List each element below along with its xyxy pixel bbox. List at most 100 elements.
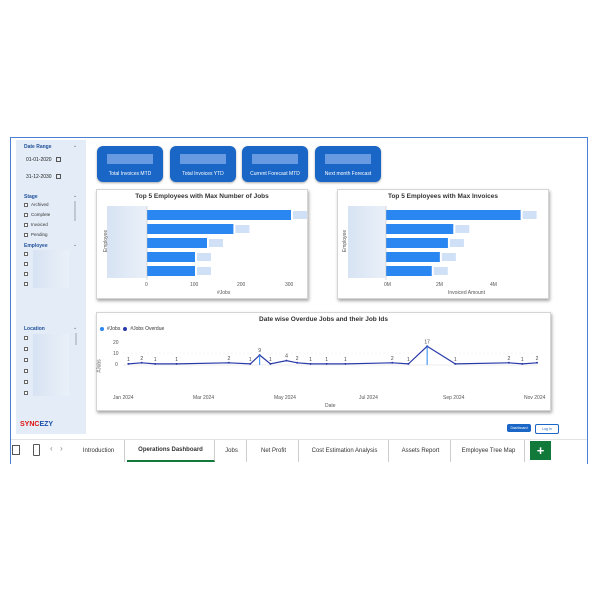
bar: [386, 224, 454, 234]
location-option[interactable]: [24, 347, 28, 351]
location-option[interactable]: [24, 380, 28, 384]
tab-employee-tree-map[interactable]: Employee Tree Map: [453, 440, 525, 462]
bar: [147, 224, 234, 234]
data-label: 2: [227, 356, 230, 362]
kpi-card: Next month Forecast: [315, 146, 381, 182]
checkbox[interactable]: [24, 358, 28, 362]
x-tick: 4M: [490, 282, 497, 288]
data-point: [249, 362, 252, 365]
tab-assets-report[interactable]: Assets Report: [391, 440, 451, 462]
tab-scroll-left-icon[interactable]: ‹: [50, 444, 53, 453]
data-point: [296, 361, 299, 364]
desktop-view-icon[interactable]: [12, 445, 20, 455]
location-option[interactable]: [24, 391, 28, 395]
employee-option[interactable]: [24, 252, 28, 256]
invoices-bar-chart-card: Top 5 Employees with Max Invoices Employ…: [337, 189, 549, 299]
stage-scrollbar[interactable]: [74, 201, 76, 221]
bar-shadow: [455, 225, 470, 233]
employee-option[interactable]: [24, 282, 28, 286]
bar: [147, 210, 291, 220]
tab-operations-dashboard[interactable]: Operations Dashboard: [127, 440, 215, 462]
bar-shadow: [197, 253, 211, 261]
calendar-icon[interactable]: [55, 157, 61, 162]
chevron-down-icon[interactable]: ⌄: [73, 143, 77, 149]
kpi-label: Next month Forecast: [324, 171, 372, 177]
end-date-input[interactable]: 31-12-2030: [26, 172, 72, 181]
bar-shadow: [441, 253, 456, 261]
data-label: 1: [175, 357, 178, 363]
x-tick: 100: [190, 282, 199, 288]
bar: [147, 266, 195, 276]
location-option[interactable]: [24, 336, 28, 340]
tab-introduction[interactable]: Introduction: [73, 440, 125, 462]
checkbox[interactable]: [24, 380, 28, 384]
employee-names-redacted: [33, 250, 69, 288]
start-date-input[interactable]: 01-01-2020: [26, 155, 72, 164]
data-point: [507, 361, 510, 364]
chevron-down-icon[interactable]: ⌄: [73, 193, 77, 199]
data-label: 2: [536, 356, 539, 362]
bar-shadow: [522, 211, 537, 219]
date-range-label: Date Range: [24, 144, 52, 150]
mobile-view-icon[interactable]: [33, 444, 40, 456]
tab-net-profit[interactable]: Net Profit: [249, 440, 299, 462]
login-button[interactable]: Log In: [535, 424, 559, 434]
logo-text-b: EZY: [39, 421, 54, 428]
checkbox[interactable]: [24, 222, 28, 227]
location-scrollbar[interactable]: [75, 333, 77, 345]
stage-option-label: Invoiced: [31, 222, 48, 227]
checkbox[interactable]: [24, 391, 28, 395]
employee-label: Employee: [24, 243, 48, 249]
employee-option[interactable]: [24, 262, 28, 266]
data-label: 2: [296, 356, 299, 362]
employee-option[interactable]: [24, 272, 28, 276]
stage-option[interactable]: Invoiced: [24, 222, 48, 227]
checkbox[interactable]: [24, 282, 28, 286]
stage-option[interactable]: Complete: [24, 212, 50, 217]
data-label: 1: [325, 357, 328, 363]
data-point: [391, 361, 394, 364]
data-point: [140, 361, 143, 364]
stage-option-label: Archived: [31, 202, 49, 207]
x-axis-label: Invoiced Amount: [448, 290, 485, 296]
location-option[interactable]: [24, 358, 28, 362]
overdue-jobs-line-chart-card: Date wise Overdue Jobs and their Job Ids…: [96, 312, 551, 411]
tab-jobs[interactable]: Jobs: [217, 440, 247, 462]
bar: [386, 238, 448, 248]
checkbox[interactable]: [24, 252, 28, 256]
location-label: Location: [24, 326, 45, 332]
jobs-bar-chart-card: Top 5 Employees with Max Number of Jobs …: [96, 189, 308, 299]
checkbox[interactable]: [24, 347, 28, 351]
x-tick: Mar 2024: [193, 395, 215, 401]
checkbox[interactable]: [24, 202, 28, 207]
checkbox[interactable]: [24, 336, 28, 340]
checkbox[interactable]: [24, 262, 28, 266]
add-page-button[interactable]: +: [530, 441, 551, 460]
data-point: [309, 362, 312, 365]
data-label: 1: [127, 357, 130, 363]
data-label: 2: [391, 356, 394, 362]
data-label: 2: [507, 356, 510, 362]
kpi-value-redacted: [252, 154, 298, 164]
calendar-icon[interactable]: [55, 174, 61, 179]
chevron-down-icon[interactable]: ⌄: [73, 242, 77, 248]
checkbox[interactable]: [24, 212, 28, 217]
data-point: [521, 362, 524, 365]
data-label: 1: [407, 357, 410, 363]
checkbox[interactable]: [24, 369, 28, 373]
kpi-card: Total Invoices MTD: [97, 146, 163, 182]
data-label: 1: [521, 357, 524, 363]
bar-shadow: [293, 211, 307, 219]
data-label: 4: [285, 354, 288, 360]
x-tick: Sep 2024: [443, 395, 465, 401]
dashboard-button[interactable]: Dashboard: [507, 424, 531, 432]
tab-scroll-right-icon[interactable]: ›: [60, 444, 63, 453]
checkbox[interactable]: [24, 272, 28, 276]
chevron-down-icon[interactable]: ⌄: [73, 325, 77, 331]
stage-option[interactable]: Pending: [24, 232, 48, 237]
location-option[interactable]: [24, 369, 28, 373]
jobs-bars-svg: [146, 206, 307, 280]
tab-cost-estimation-analysis[interactable]: Cost Estimation Analysis: [301, 440, 389, 462]
checkbox[interactable]: [24, 232, 28, 237]
stage-option[interactable]: Archived: [24, 202, 49, 207]
